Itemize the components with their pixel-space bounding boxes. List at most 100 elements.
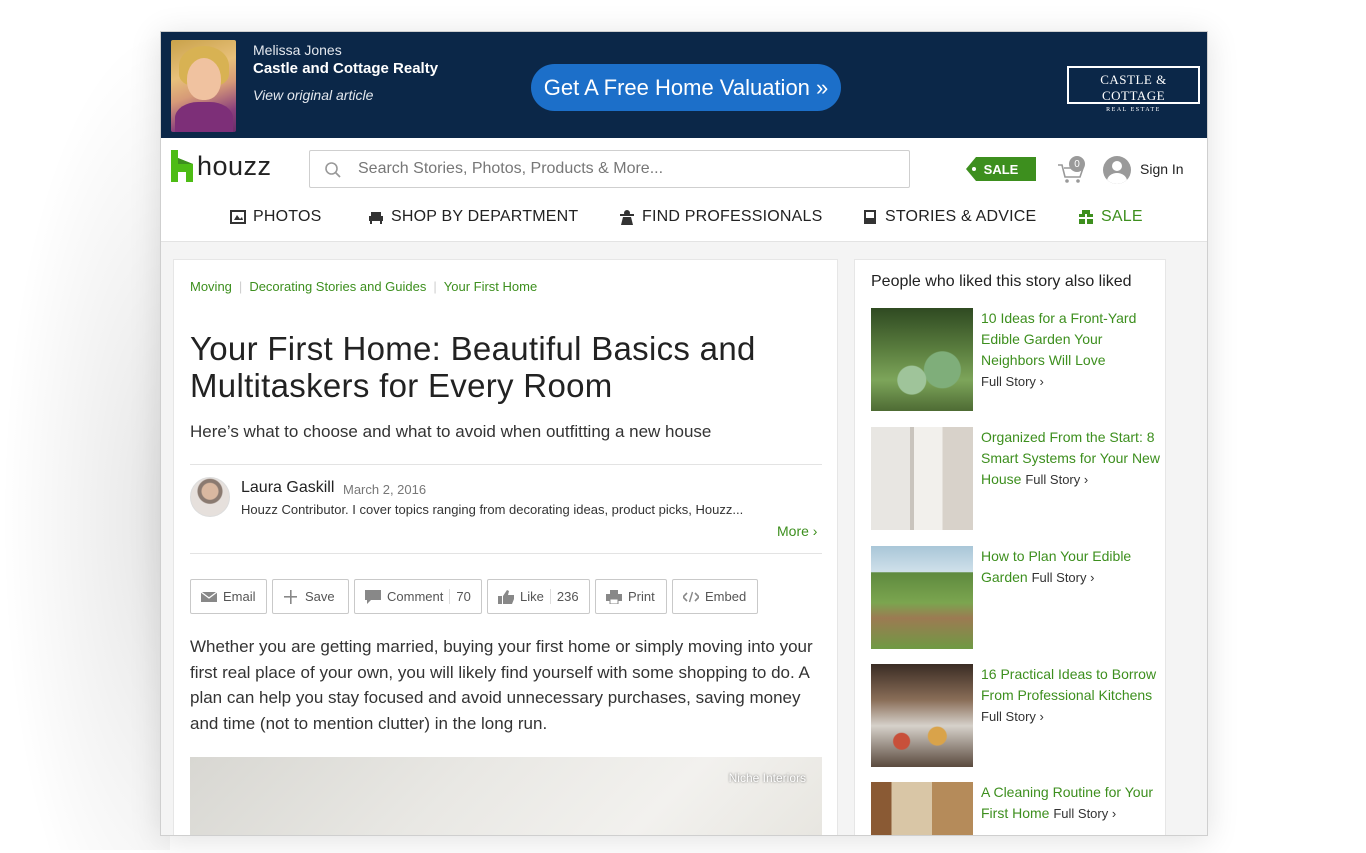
breadcrumb-decorating[interactable]: Decorating Stories and Guides (249, 279, 426, 294)
sofa-icon (369, 212, 383, 224)
houzz-logo[interactable]: houzz (171, 150, 272, 182)
agent-banner: Melissa Jones Castle and Cottage Realty … (161, 32, 1207, 138)
breadcrumb-first-home[interactable]: Your First Home (444, 279, 537, 294)
story-thumbnail[interactable] (871, 782, 973, 835)
nav-label-stories: STORIES & ADVICE (885, 208, 1037, 225)
author-avatar[interactable] (190, 477, 230, 517)
print-label: Print (628, 589, 655, 604)
full-story-label: Full Story (1053, 806, 1109, 821)
breadcrumb-separator: | (238, 279, 243, 294)
article-title: Your First Home: Beautiful Basics and Mu… (190, 330, 756, 404)
related-story[interactable]: 10 Ideas for a Front-Yard Edible Garden … (871, 308, 1161, 412)
search-input[interactable] (358, 151, 898, 187)
divider (190, 464, 822, 465)
gift-icon (1079, 210, 1093, 224)
nav-item-professionals[interactable]: FIND PROFESSIONALS (619, 208, 823, 226)
professional-icon (620, 210, 634, 225)
full-story-link[interactable]: Full Story › (981, 371, 1163, 392)
print-button[interactable]: Print (595, 579, 667, 614)
divider (190, 553, 822, 554)
full-story-label: Full Story (1025, 472, 1081, 487)
nav-label-professionals: FIND PROFESSIONALS (642, 208, 823, 225)
story-thumbnail[interactable] (871, 308, 973, 411)
story-text: A Cleaning Routine for Your First Home F… (981, 782, 1163, 824)
search-bar[interactable] (309, 150, 910, 188)
nav-item-stories[interactable]: STORIES & ADVICE (862, 208, 1036, 226)
nav-item-sale[interactable]: SALE (1078, 208, 1143, 226)
story-thumbnail[interactable] (871, 427, 973, 530)
comment-count: 70 (449, 589, 471, 604)
full-story-link[interactable]: Full Story › (1032, 570, 1095, 585)
more-label: More (777, 523, 809, 539)
houzz-wordmark: houzz (197, 150, 272, 181)
article-subtitle: Here’s what to choose and what to avoid … (190, 422, 712, 441)
article-hero-image[interactable]: Niche Interiors (190, 757, 822, 835)
email-button[interactable]: Email (190, 579, 267, 614)
article-card: Moving | Decorating Stories and Guides |… (173, 259, 838, 835)
breadcrumb-moving[interactable]: Moving (190, 279, 232, 294)
view-original-article-link[interactable]: View original article (253, 87, 373, 103)
related-stories-sidebar: People who liked this story also liked 1… (854, 259, 1166, 835)
plus-icon (284, 589, 297, 604)
agent-name: Melissa Jones (253, 42, 342, 58)
story-title[interactable]: 10 Ideas for a Front-Yard Edible Garden … (981, 310, 1136, 368)
comment-icon (365, 589, 381, 604)
cart-count-badge: 0 (1069, 156, 1085, 172)
agent-company: Castle and Cottage Realty (253, 60, 439, 77)
breadcrumb-separator: | (433, 279, 437, 294)
thumbs-up-icon (498, 589, 514, 604)
search-icon (325, 162, 341, 178)
related-story[interactable]: Organized From the Start: 8 Smart System… (871, 427, 1161, 531)
castle-cottage-logo[interactable]: CASTLE & COTTAGE REAL ESTATE (1067, 66, 1200, 113)
print-icon (606, 589, 622, 604)
full-story-label: Full Story (981, 709, 1036, 724)
email-icon (201, 591, 217, 602)
story-text: 10 Ideas for a Front-Yard Edible Garden … (981, 308, 1163, 392)
related-story[interactable]: How to Plan Your Edible Garden Full Stor… (871, 546, 1161, 650)
save-button[interactable]: Save (272, 579, 349, 614)
nav-label-photos: PHOTOS (253, 208, 322, 225)
free-home-valuation-button[interactable]: Get A Free Home Valuation » (531, 64, 841, 111)
photos-icon (230, 210, 246, 224)
comment-button[interactable]: Comment 70 (354, 579, 482, 614)
author-more-link[interactable]: More › (777, 523, 817, 539)
user-avatar-icon[interactable] (1103, 156, 1131, 184)
full-story-link[interactable]: Full Story › (1025, 472, 1088, 487)
author-name[interactable]: Laura Gaskill (241, 479, 334, 497)
sidebar-title: People who liked this story also liked (871, 273, 1132, 290)
code-icon (683, 591, 699, 602)
save-label: Save (305, 589, 335, 604)
related-story[interactable]: 16 Practical Ideas to Borrow From Profes… (871, 664, 1161, 768)
article-body: Whether you are getting married, buying … (190, 637, 813, 733)
full-story-label: Full Story (981, 374, 1036, 389)
story-thumbnail[interactable] (871, 546, 973, 649)
embed-label: Embed (705, 589, 747, 604)
nav-item-shop[interactable]: SHOP BY DEPARTMENT (368, 208, 578, 226)
full-story-link[interactable]: Full Story › (1053, 806, 1116, 821)
image-credit[interactable]: Niche Interiors (729, 771, 806, 785)
comment-label: Comment (387, 589, 444, 604)
email-label: Email (223, 589, 256, 604)
cart-button[interactable]: 0 (1056, 156, 1086, 184)
like-button[interactable]: Like 236 (487, 579, 590, 614)
breadcrumb: Moving | Decorating Stories and Guides |… (190, 279, 537, 294)
related-story[interactable]: A Cleaning Routine for Your First Home F… (871, 782, 1163, 835)
brand-logo-subtext: REAL ESTATE (1106, 107, 1161, 113)
houzz-logo-icon (171, 150, 193, 182)
book-icon (864, 210, 876, 224)
main-nav: PHOTOS SHOP BY DEPARTMENT FIND PROFESSIO… (161, 208, 1207, 232)
story-thumbnail[interactable] (871, 664, 973, 767)
full-story-link[interactable]: Full Story › (981, 706, 1163, 727)
sign-in-link[interactable]: Sign In (1140, 161, 1184, 177)
like-label: Like (520, 589, 544, 604)
agent-photo (171, 40, 236, 132)
story-title[interactable]: 16 Practical Ideas to Borrow From Profes… (981, 666, 1156, 703)
nav-label-sale: SALE (1101, 208, 1143, 225)
sale-tag[interactable]: SALE (966, 157, 1036, 181)
embed-button[interactable]: Embed (672, 579, 758, 614)
author-bio: Houzz Contributor. I cover topics rangin… (241, 502, 744, 517)
story-text: 16 Practical Ideas to Borrow From Profes… (981, 664, 1163, 727)
page-shadow (0, 20, 170, 850)
full-story-label: Full Story (1031, 570, 1087, 585)
nav-item-photos[interactable]: PHOTOS (230, 208, 321, 226)
